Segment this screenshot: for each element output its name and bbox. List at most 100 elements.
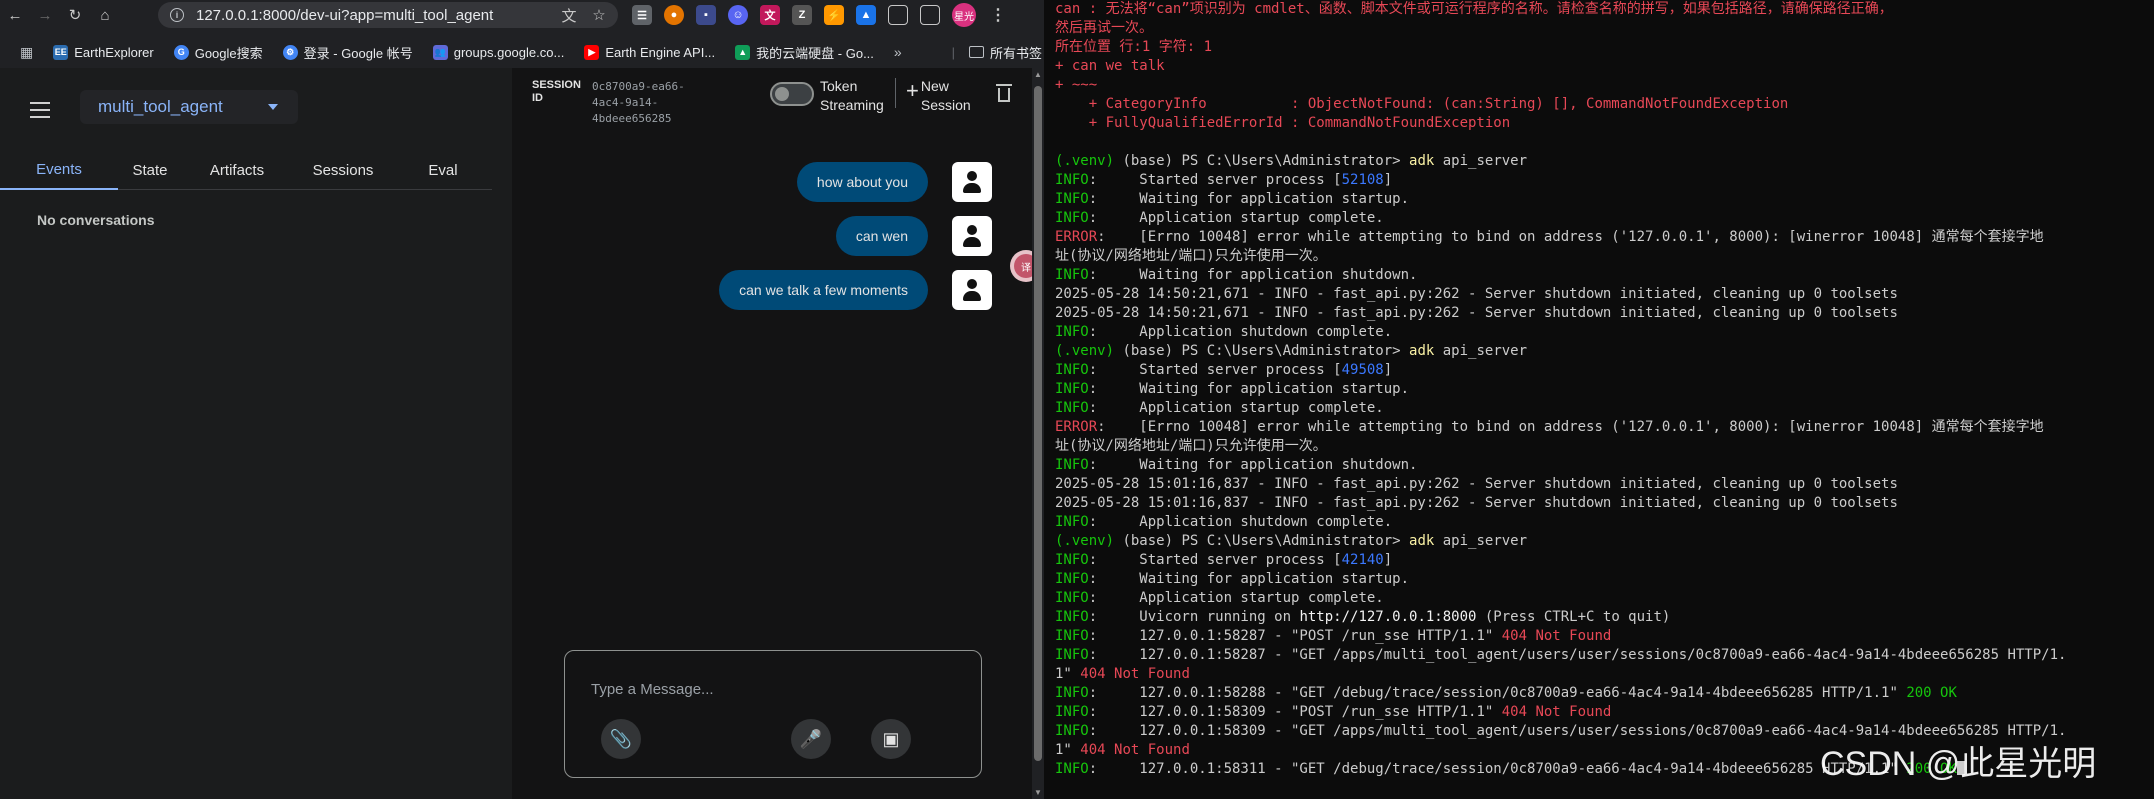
terminal-line: 2025-05-28 15:01:16,837 - INFO - fast_ap…: [1055, 494, 2154, 513]
bookmark-google-search[interactable]: G Google搜索: [173, 43, 263, 62]
terminal-text: (Press CTRL+C to quit): [1476, 609, 1671, 625]
menu-icon[interactable]: [30, 102, 50, 123]
user-avatar-icon: [952, 216, 992, 256]
terminal-text: ERROR: [1055, 229, 1098, 245]
terminal-text: 404 Not Found: [1080, 666, 1190, 682]
microphone-icon[interactable]: 🎤: [791, 719, 831, 759]
terminal-text: 2025-05-28 14:50:21,671 - INFO - fast_ap…: [1055, 286, 1898, 302]
side-panel: multi_tool_agent Events State Artifacts …: [0, 68, 512, 799]
terminal-line: INFO: Application startup complete.: [1055, 209, 2154, 228]
puzzle-icon[interactable]: [888, 5, 908, 25]
chart-extension-icon[interactable]: ▲: [856, 5, 876, 25]
more-menu-icon[interactable]: ⋮: [988, 5, 1008, 25]
apps-grid-icon[interactable]: ▦: [20, 44, 33, 61]
more-bookmarks-icon[interactable]: »: [894, 44, 902, 60]
terminal-text: : Started server process [: [1088, 172, 1342, 188]
terminal-line: (.venv) (base) PS C:\Users\Administrator…: [1055, 152, 2154, 171]
chrome-extension-icon[interactable]: ●: [664, 5, 684, 25]
terminal-text: + can we talk: [1055, 58, 1165, 74]
message-input[interactable]: Type a Message...: [591, 681, 714, 698]
token-streaming-toggle[interactable]: [770, 82, 814, 106]
terminal-text: adk: [1409, 343, 1435, 359]
tab-artifacts[interactable]: Artifacts: [182, 150, 292, 190]
user-message: can we talk a few moments: [719, 270, 992, 310]
terminal-line: INFO: Application startup complete.: [1055, 589, 2154, 608]
bookmark-earth-engine[interactable]: ▶ Earth Engine API...: [584, 44, 716, 60]
all-bookmarks-label: 所有书签: [989, 45, 1042, 61]
terminal-text: : Application startup complete.: [1088, 590, 1384, 606]
terminal-line: INFO: 127.0.0.1:58287 - "POST /run_sse H…: [1055, 627, 2154, 646]
bookmark-drive[interactable]: ▲ 我的云端硬盘 - Go...: [735, 43, 874, 62]
terminal-window[interactable]: can : 无法将“can”项识别为 cmdlet、函数、脚本文件或可运行程序的…: [1044, 0, 2154, 799]
terminal-text: INFO: [1055, 552, 1089, 568]
terminal-text: INFO: [1055, 685, 1089, 701]
terminal-text: 址(协议/网络地址/端口)只允许使用一次。: [1055, 248, 1327, 264]
bookmark-google-login[interactable]: ⚙ 登录 - Google 帐号: [282, 43, 413, 62]
extension-icon[interactable]: ☰: [632, 5, 652, 25]
terminal-text: 然后再试一次。: [1055, 20, 1153, 36]
delete-session-icon[interactable]: [996, 84, 1012, 102]
bookmark-groups[interactable]: 👥 groups.google.co...: [432, 44, 564, 60]
terminal-text: : 127.0.0.1:58287 - "POST /run_sse HTTP/…: [1088, 628, 1502, 644]
all-bookmarks[interactable]: | 所有书签: [952, 38, 1042, 66]
terminal-text: 49508: [1341, 362, 1384, 378]
address-bar[interactable]: i 127.0.0.1:8000/dev-ui?app=multi_tool_a…: [158, 2, 618, 28]
terminal-line: 2025-05-28 14:50:21,671 - INFO - fast_ap…: [1055, 285, 2154, 304]
token-streaming-label: Token Streaming: [820, 78, 884, 113]
terminal-line: 所在位置 行:1 字符: 1: [1055, 38, 2154, 57]
terminal-text: : Application startup complete.: [1088, 400, 1384, 416]
scroll-up-icon[interactable]: ▲: [1034, 70, 1042, 79]
sidepanel-icon[interactable]: [920, 5, 940, 25]
message-composer[interactable]: Type a Message... 📎 🎤 ▣: [564, 650, 982, 778]
bookmark-earthexplorer[interactable]: EE EarthExplorer: [53, 44, 154, 60]
terminal-line: ERROR: [Errno 10048] error while attempt…: [1055, 228, 2154, 247]
terminal-text: 2025-05-28 14:50:21,671 - INFO - fast_ap…: [1055, 305, 1898, 321]
terminal-text: (.venv): [1055, 153, 1115, 169]
terminal-text: + FullyQualifiedErrorId : CommandNotFoun…: [1055, 115, 1511, 131]
translate-extension-icon[interactable]: 文: [760, 5, 780, 25]
terminal-line: 2025-05-28 15:01:16,837 - INFO - fast_ap…: [1055, 475, 2154, 494]
terminal-text: + ~~~: [1055, 77, 1098, 93]
zotero-extension-icon[interactable]: Z: [792, 5, 812, 25]
terminal-text: INFO: [1055, 191, 1089, 207]
tab-state[interactable]: State: [118, 150, 182, 190]
forward-icon[interactable]: →: [30, 0, 60, 30]
bookmark-label: Earth Engine API...: [605, 44, 716, 60]
home-icon[interactable]: ⌂: [90, 0, 120, 30]
extension-icon[interactable]: ▪: [696, 5, 716, 25]
bookmark-star-icon[interactable]: ☆: [588, 6, 610, 24]
terminal-text: (base) PS C:\Users\Administrator>: [1114, 343, 1410, 359]
reload-icon[interactable]: ↻: [60, 0, 90, 30]
scroll-down-icon[interactable]: ▼: [1034, 788, 1042, 797]
terminal-line: + ~~~: [1055, 76, 2154, 95]
agent-select-value: multi_tool_agent: [98, 97, 223, 116]
terminal-text: adk: [1409, 533, 1435, 549]
attach-file-icon[interactable]: 📎: [601, 719, 641, 759]
video-camera-icon[interactable]: ▣: [871, 719, 911, 759]
agent-select[interactable]: multi_tool_agent: [80, 90, 298, 124]
translate-icon[interactable]: 文: [558, 5, 580, 26]
tab-sessions[interactable]: Sessions: [292, 150, 394, 190]
profile-avatar[interactable]: 星光: [952, 3, 976, 27]
side-tabs: Events State Artifacts Sessions Eval: [0, 150, 492, 190]
terminal-line: (.venv) (base) PS C:\Users\Administrator…: [1055, 342, 2154, 361]
new-session-button[interactable]: + New Session: [906, 77, 971, 115]
terminal-line: INFO: Started server process [52108]: [1055, 171, 2154, 190]
tab-events[interactable]: Events: [0, 150, 118, 190]
terminal-line: 址(协议/网络地址/端口)只允许使用一次。: [1055, 437, 2154, 456]
scrollbar-thumb[interactable]: [1034, 86, 1042, 761]
tab-eval[interactable]: Eval: [394, 150, 492, 190]
back-icon[interactable]: ←: [0, 0, 30, 30]
terminal-line: 1" 404 Not Found: [1055, 665, 2154, 684]
terminal-text: INFO: [1055, 457, 1089, 473]
toggle-knob: [775, 87, 789, 101]
site-info-icon[interactable]: i: [170, 8, 184, 22]
terminal-line: INFO: Waiting for application startup.: [1055, 380, 2154, 399]
url-text: 127.0.0.1:8000/dev-ui?app=multi_tool_age…: [196, 6, 494, 24]
discord-extension-icon[interactable]: ☺: [728, 5, 748, 25]
session-id-label: SESSION ID: [532, 79, 581, 104]
browser-toolbar: ← → ↻ ⌂ i 127.0.0.1:8000/dev-ui?app=mult…: [0, 0, 1044, 30]
lightning-extension-icon[interactable]: ⚡: [824, 5, 844, 25]
page-scrollbar[interactable]: ▲ ▼: [1032, 68, 1044, 799]
